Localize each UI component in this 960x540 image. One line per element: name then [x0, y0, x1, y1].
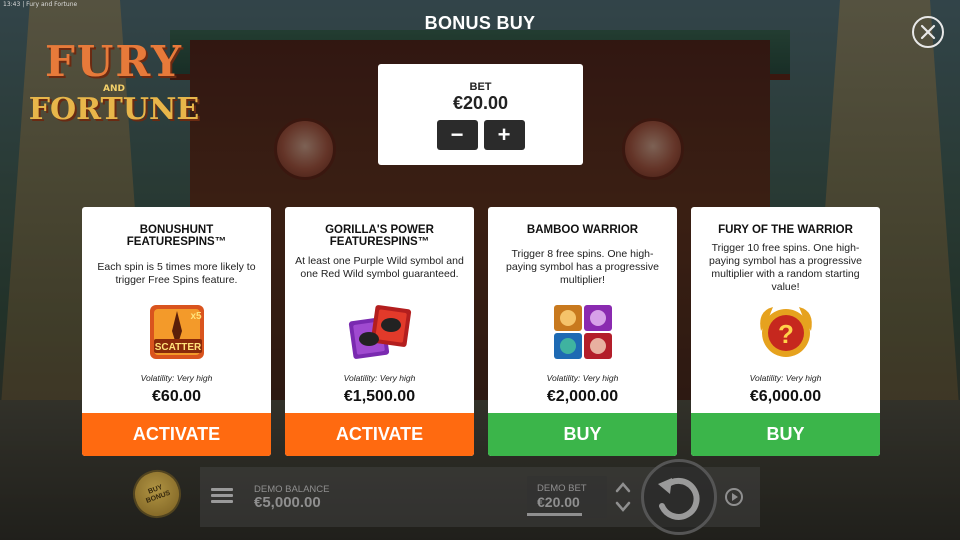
- card-title: BONUSHUNT FEATURESPINS™: [126, 224, 227, 248]
- mystery-mark: ?: [778, 319, 794, 349]
- game-logo: FURY AND FORTUNE: [24, 40, 204, 126]
- card-price: €6,000.00: [749, 388, 822, 405]
- bet-value: €20.00: [452, 93, 509, 113]
- page-title: BONUS BUY: [424, 13, 536, 33]
- demo-bet-label: DEMO BET: [537, 483, 587, 494]
- card-price: €2,000.00: [546, 388, 619, 405]
- chevron-down-icon[interactable]: [614, 500, 632, 514]
- scatter-symbol-icon: SCATTER x5: [142, 301, 212, 363]
- increase-bet-button[interactable]: +: [483, 120, 525, 150]
- buy-button[interactable]: BUY: [691, 413, 880, 456]
- activate-button[interactable]: ACTIVATE: [82, 413, 271, 456]
- card-description: Each spin is 5 times more likely to trig…: [97, 261, 256, 286]
- bet-label: BET: [469, 81, 492, 93]
- wild-symbols-icon: [345, 301, 415, 363]
- close-icon: [920, 24, 936, 40]
- close-button[interactable]: [912, 16, 944, 48]
- card-description: Trigger 8 free spins. One high-paying sy…: [506, 248, 659, 286]
- card-description: At least one Purple Wild symbol and one …: [295, 255, 464, 280]
- mystery-orb-icon: ?: [751, 301, 821, 363]
- scatter-multiplier: x5: [190, 311, 202, 322]
- card-volatility: Volatility: Very high: [140, 373, 213, 383]
- chevron-up-icon[interactable]: [614, 480, 632, 494]
- scatter-label: SCATTER: [154, 342, 201, 353]
- buy-button[interactable]: BUY: [488, 413, 677, 456]
- warrior-symbols-icon: [548, 301, 618, 363]
- logo-line-1: FURY: [44, 37, 184, 86]
- bet-panel: BET €20.00 − +: [378, 64, 583, 165]
- card-title: FURY OF THE WARRIOR: [718, 224, 853, 236]
- card-volatility: Volatility: Very high: [343, 373, 416, 383]
- bonus-card-bonushunt: BONUSHUNT FEATURESPINS™ Each spin is 5 t…: [82, 207, 271, 456]
- spin-arrows-icon: [658, 477, 700, 520]
- bonus-card-gorillas-power: GORILLA'S POWER FEATURESPINS™ At least o…: [285, 207, 474, 456]
- demo-bet-value: €20.00: [537, 494, 580, 510]
- demo-bet-level-bar: [527, 513, 582, 516]
- activate-button[interactable]: ACTIVATE: [285, 413, 474, 456]
- demo-balance-value: €5,000.00: [254, 494, 321, 511]
- decrease-bet-button[interactable]: −: [436, 120, 478, 150]
- autoplay-icon[interactable]: [723, 486, 745, 508]
- demo-bet-box[interactable]: DEMO BET €20.00: [527, 476, 607, 518]
- card-price: €1,500.00: [343, 388, 416, 405]
- status-bar: 13:43 | Fury and Fortune: [3, 1, 78, 8]
- card-volatility: Volatility: Very high: [749, 373, 822, 383]
- card-description: Trigger 10 free spins. One high-paying s…: [709, 242, 862, 293]
- bonus-card-fury-of-the-warrior: FURY OF THE WARRIOR Trigger 10 free spin…: [691, 207, 880, 456]
- menu-icon[interactable]: [211, 488, 233, 504]
- card-price: €60.00: [152, 388, 201, 405]
- card-title: GORILLA'S POWER FEATURESPINS™: [325, 224, 434, 248]
- bonus-card-bamboo-warrior: BAMBOO WARRIOR Trigger 8 free spins. One…: [488, 207, 677, 456]
- logo-line-3: FORTUNE: [28, 92, 200, 127]
- card-title: BAMBOO WARRIOR: [526, 224, 639, 236]
- spin-button[interactable]: [641, 459, 717, 535]
- card-volatility: Volatility: Very high: [546, 373, 619, 383]
